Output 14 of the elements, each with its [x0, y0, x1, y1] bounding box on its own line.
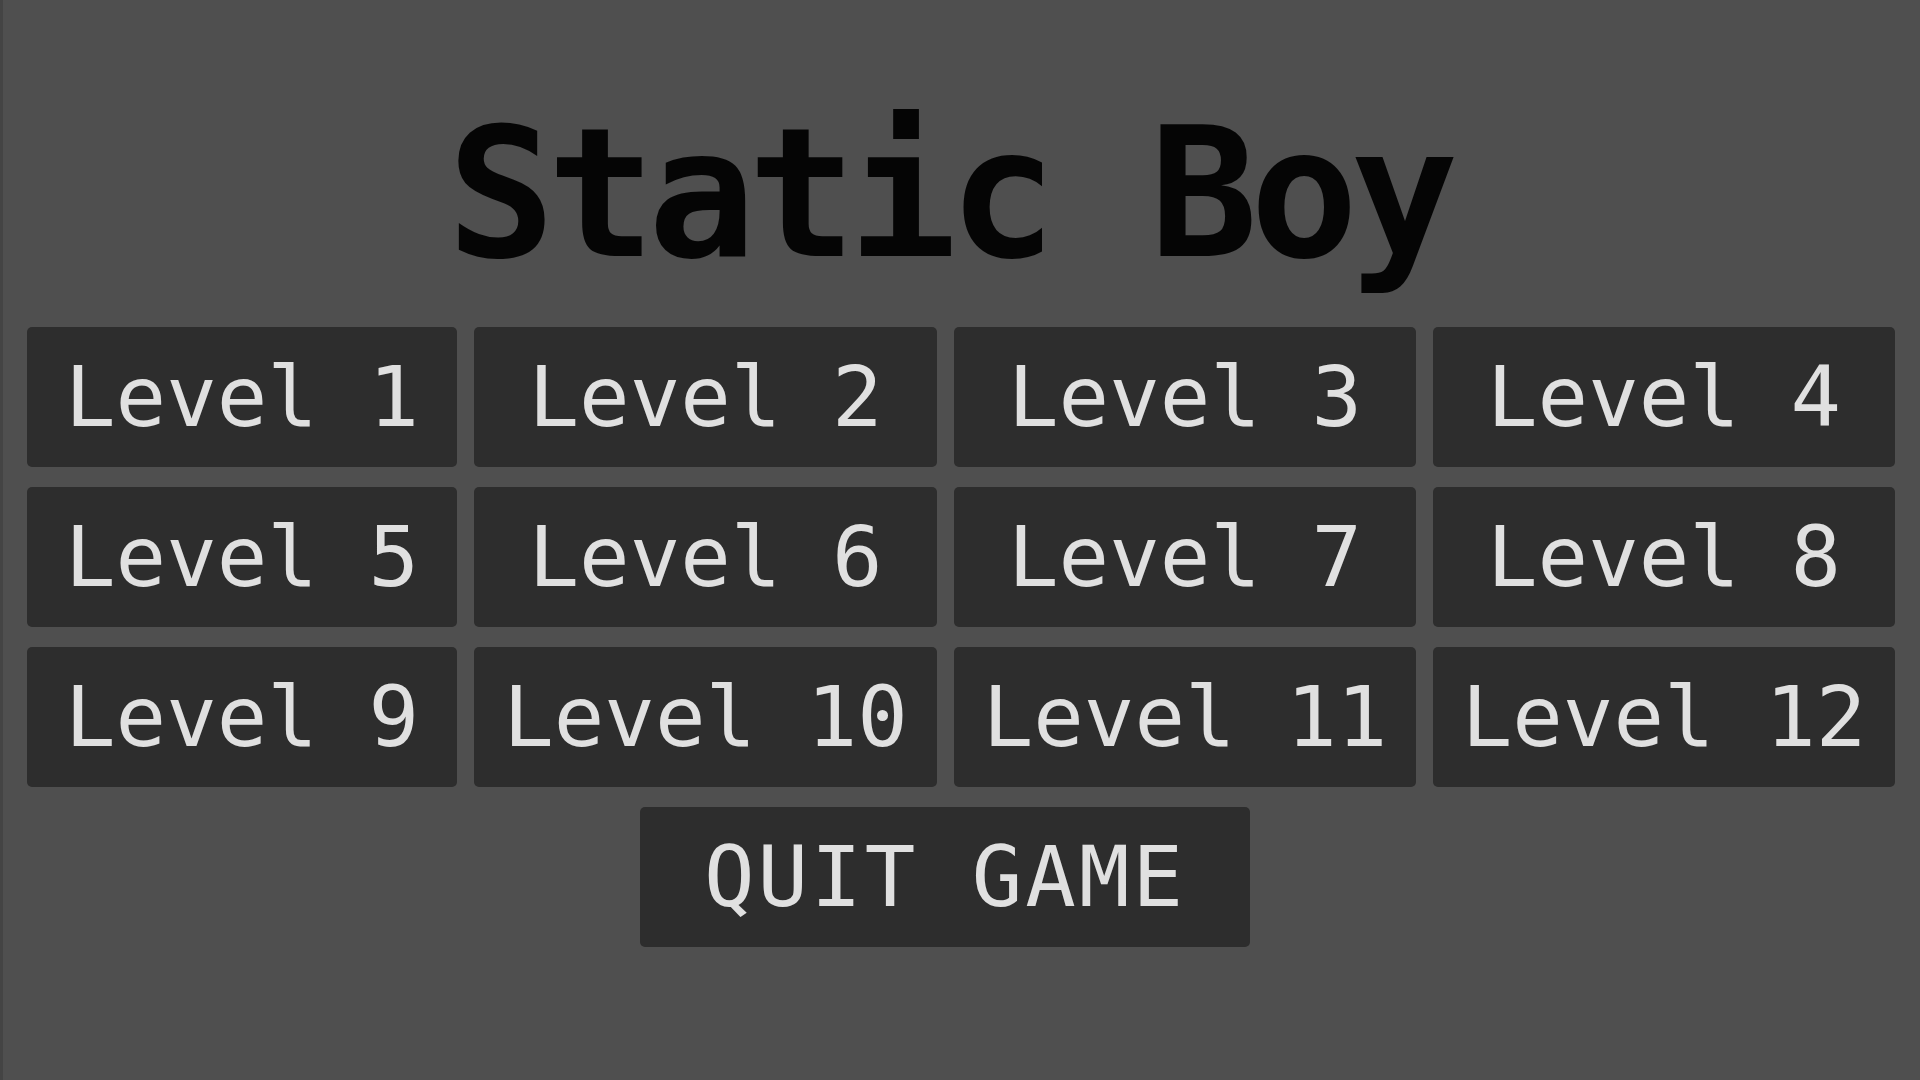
- level-button[interactable]: Level 8: [1433, 487, 1895, 627]
- level-button[interactable]: Level 11: [954, 647, 1416, 787]
- game-title: Static Boy: [447, 88, 1453, 300]
- level-button[interactable]: Level 5: [27, 487, 457, 627]
- level-button[interactable]: Level 12: [1433, 647, 1895, 787]
- quit-button[interactable]: QUIT GAME: [640, 807, 1250, 947]
- level-button[interactable]: Level 1: [27, 327, 457, 467]
- level-button[interactable]: Level 3: [954, 327, 1416, 467]
- level-button[interactable]: Level 10: [474, 647, 937, 787]
- level-button[interactable]: Level 7: [954, 487, 1416, 627]
- level-button[interactable]: Level 6: [474, 487, 937, 627]
- level-button[interactable]: Level 2: [474, 327, 937, 467]
- level-button[interactable]: Level 9: [27, 647, 457, 787]
- level-button[interactable]: Level 4: [1433, 327, 1895, 467]
